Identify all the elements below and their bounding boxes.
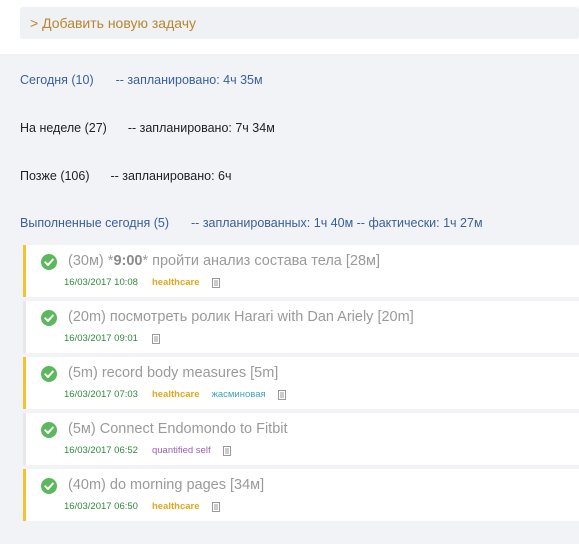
check-circle-icon[interactable] — [41, 478, 57, 494]
task-time: 9:00 — [113, 253, 143, 269]
task-title[interactable]: (20m) посмотреть ролик Harari with Dan A… — [68, 309, 414, 325]
section-week-title: На неделе (27) — [20, 121, 107, 135]
note-icon[interactable] — [211, 277, 220, 288]
task-title[interactable]: (5m) record body measures [5m] — [68, 365, 278, 381]
note-icon[interactable] — [222, 445, 231, 456]
section-later-title: Позже (106) — [20, 169, 90, 183]
task-row[interactable]: (5м) Connect Endomondo to Fitbit 16/03/2… — [23, 413, 579, 465]
check-circle-icon[interactable] — [41, 422, 57, 438]
task-meta: 16/03/2017 07:03 healthcare жасминовая — [64, 389, 286, 400]
section-done-planned: -- запланированных: 1ч 40м -- фактически… — [191, 216, 483, 230]
task-meta: 16/03/2017 06:50 healthcare — [64, 501, 220, 512]
task-date: 16/03/2017 09:01 — [64, 333, 138, 344]
check-circle-icon[interactable] — [41, 310, 57, 326]
done-task-list: (30м) *9:00* пройти анализ состава тела … — [23, 245, 579, 525]
task-meta: 16/03/2017 09:01 — [64, 333, 160, 344]
task-row[interactable]: (40m) do morning pages [34м] 16/03/2017 … — [23, 469, 579, 521]
note-icon[interactable] — [211, 501, 220, 512]
note-icon[interactable] — [151, 333, 160, 344]
task-row[interactable]: (5m) record body measures [5m] 16/03/201… — [23, 357, 579, 409]
section-today-planned: -- запланировано: 4ч 35м — [115, 73, 263, 87]
section-later-planned: -- запланировано: 6ч — [110, 169, 232, 183]
task-title[interactable]: (5м) Connect Endomondo to Fitbit — [68, 421, 288, 437]
section-today[interactable]: Сегодня (10) -- запланировано: 4ч 35м — [20, 73, 263, 87]
task-row[interactable]: (30м) *9:00* пройти анализ состава тела … — [23, 245, 579, 297]
section-today-title: Сегодня (10) — [20, 73, 94, 87]
section-later[interactable]: Позже (106) -- запланировано: 6ч — [20, 169, 232, 183]
section-week[interactable]: На неделе (27) -- запланировано: 7ч 34м — [20, 121, 275, 135]
tag-healthcare[interactable]: healthcare — [152, 389, 200, 400]
tag-healthcare[interactable]: healthcare — [152, 501, 200, 512]
add-task-button[interactable]: > Добавить новую задачу — [20, 7, 579, 39]
task-title[interactable]: (40m) do morning pages [34м] — [68, 477, 264, 493]
section-week-planned: -- запланировано: 7ч 34м — [127, 121, 275, 135]
task-meta: 16/03/2017 10:08 healthcare — [64, 277, 220, 288]
tag-jasmine[interactable]: жасминовая — [212, 389, 266, 400]
tag-healthcare[interactable]: healthcare — [152, 277, 200, 288]
task-title[interactable]: (30м) *9:00* пройти анализ состава тела … — [68, 253, 380, 269]
note-icon[interactable] — [277, 389, 286, 400]
task-date: 16/03/2017 06:52 — [64, 445, 138, 456]
task-date: 16/03/2017 10:08 — [64, 277, 138, 288]
task-row[interactable]: (20m) посмотреть ролик Harari with Dan A… — [23, 301, 579, 353]
task-date: 16/03/2017 07:03 — [64, 389, 138, 400]
section-done-title: Выполненные сегодня (5) — [20, 216, 170, 230]
section-done[interactable]: Выполненные сегодня (5) -- запланированны… — [20, 216, 483, 230]
check-circle-icon[interactable] — [41, 366, 57, 382]
task-meta: 16/03/2017 06:52 quantified self — [64, 445, 231, 456]
tag-quantified-self[interactable]: quantified self — [152, 445, 211, 456]
check-circle-icon[interactable] — [41, 254, 57, 270]
task-date: 16/03/2017 06:50 — [64, 501, 138, 512]
